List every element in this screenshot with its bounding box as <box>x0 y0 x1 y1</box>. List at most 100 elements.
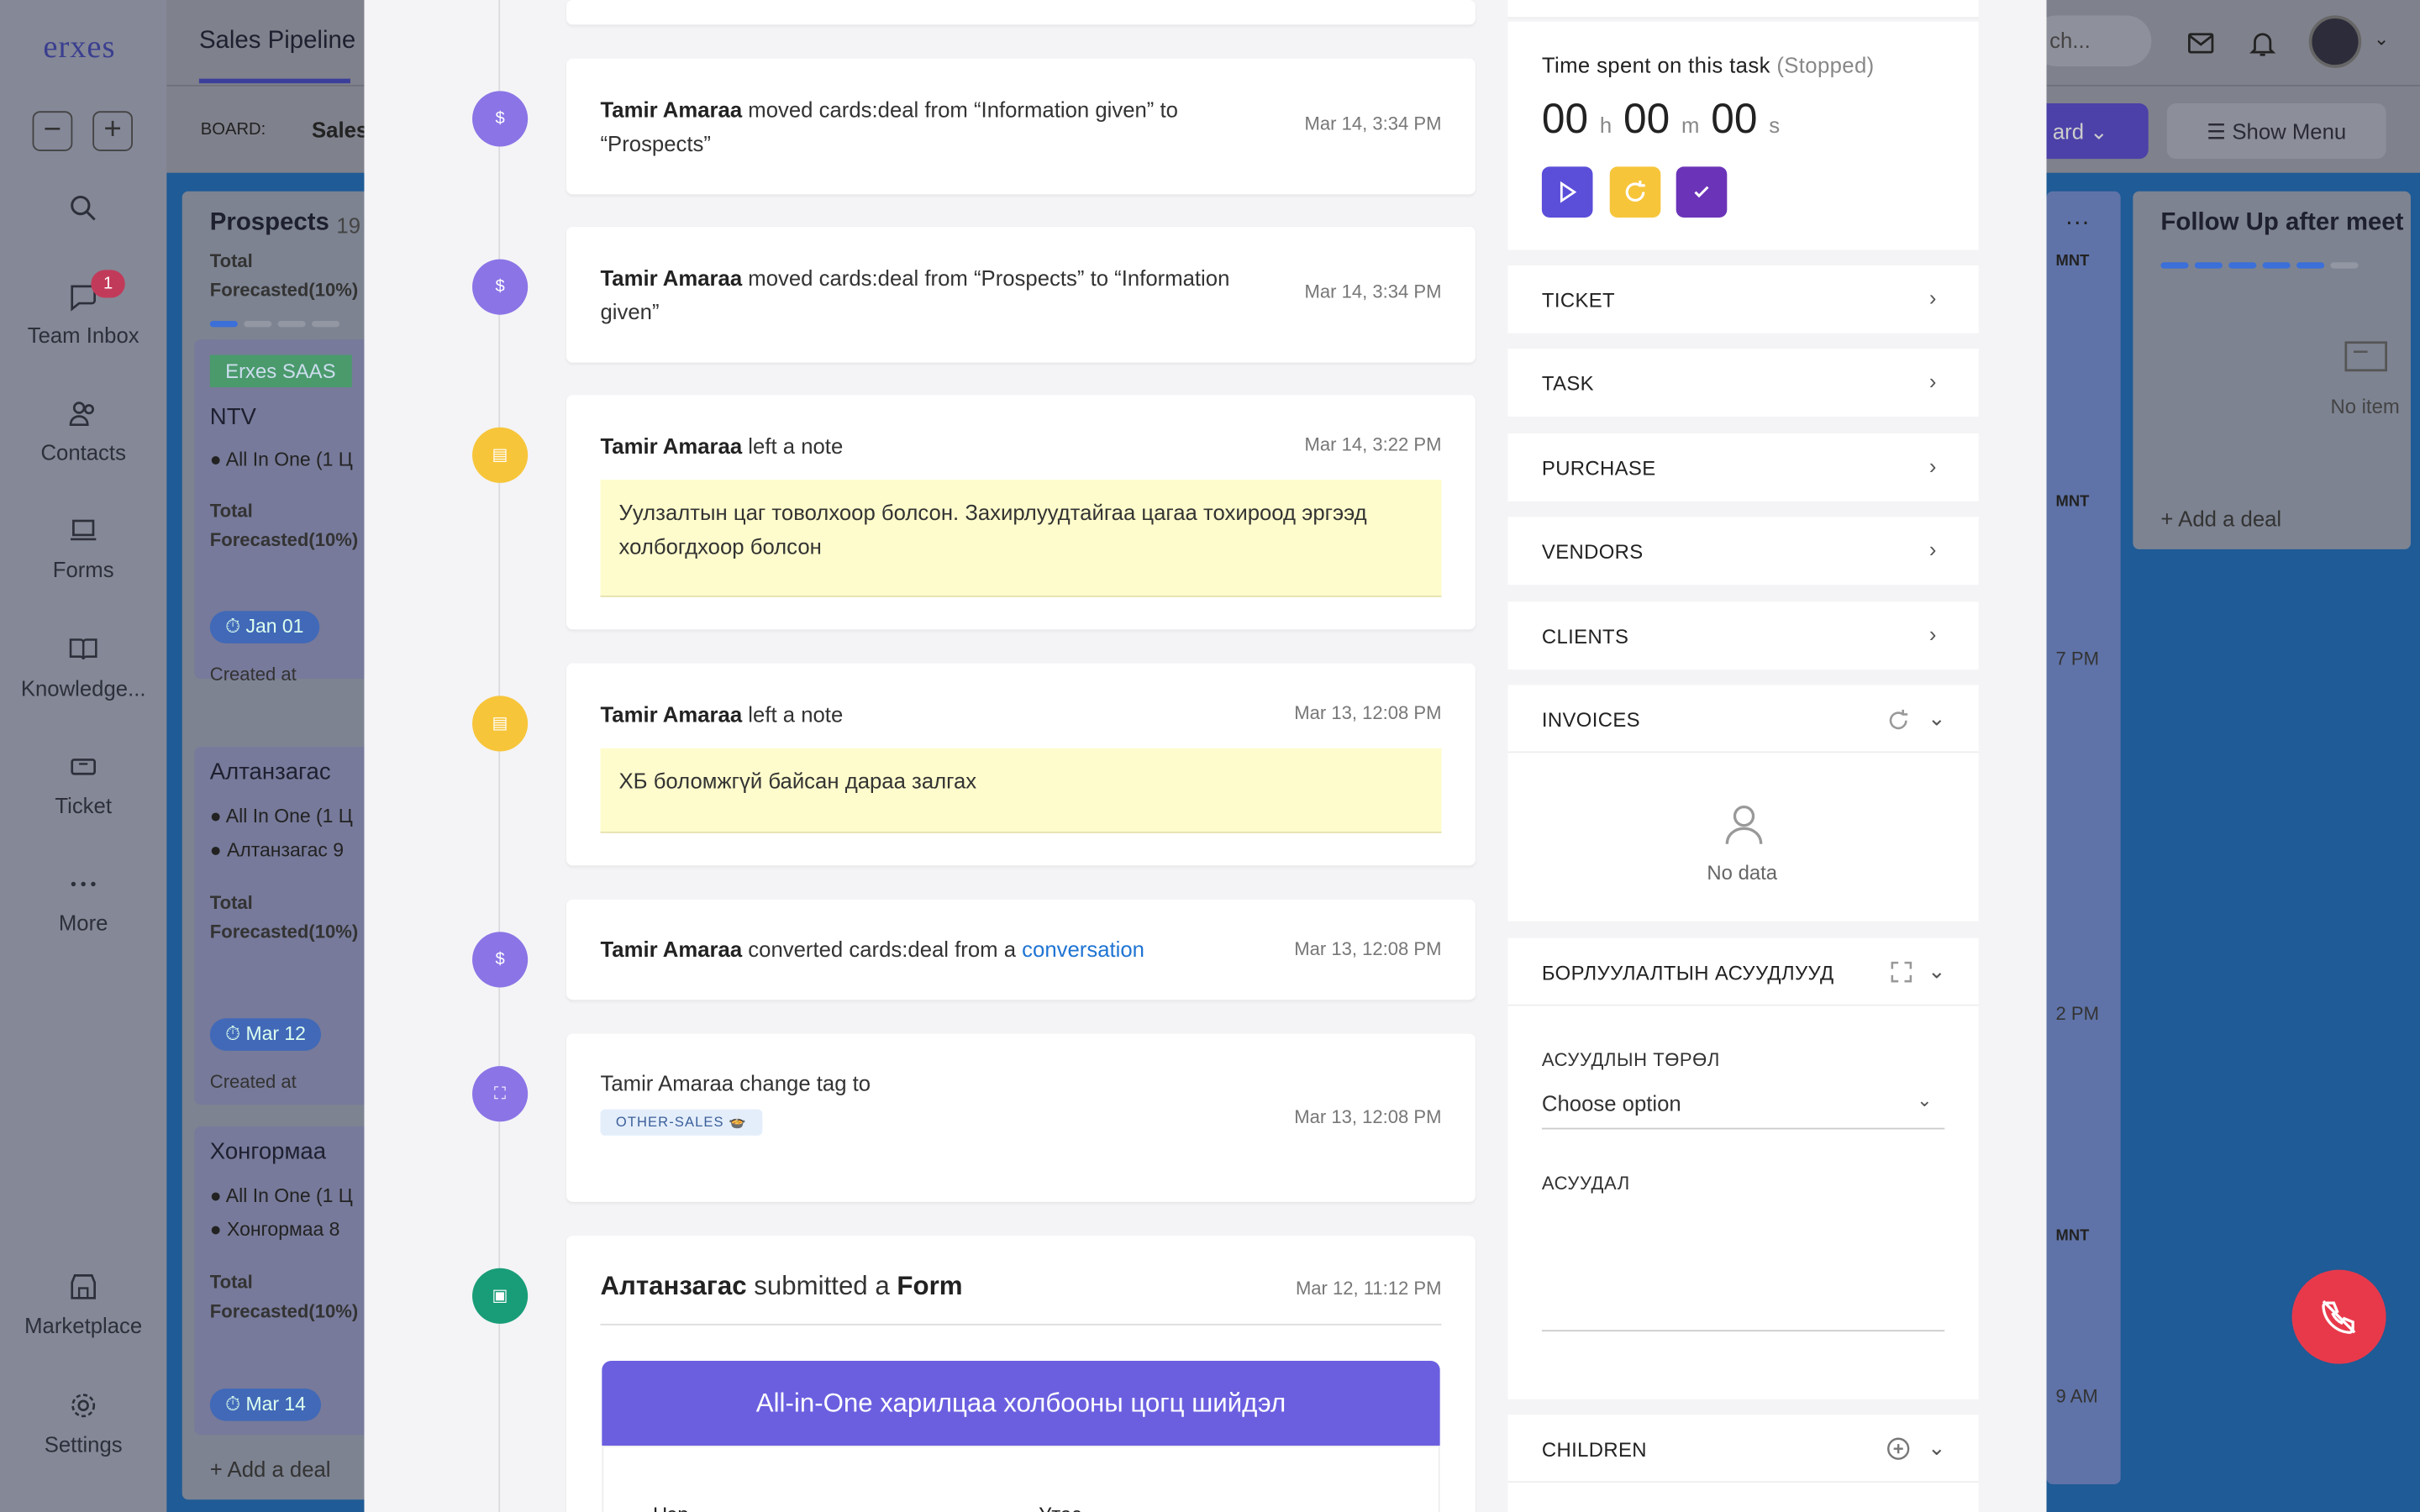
column-menu-icon[interactable]: ··· <box>2065 210 2090 238</box>
nav-label: Ticket <box>55 793 112 818</box>
tag-icon: ⛶ <box>472 1066 529 1122</box>
activity-action: converted cards:deal from a <box>748 936 1017 962</box>
reset-timer-button[interactable] <box>1609 166 1661 218</box>
column-progress-step <box>2194 262 2223 269</box>
deal-product: ● All In One (1 Ц <box>209 805 353 827</box>
deal-name: NTV <box>209 404 256 431</box>
section-clients[interactable]: CLIENTS › <box>1507 601 1979 670</box>
add-circle-icon[interactable] <box>1886 1436 1910 1461</box>
search-nav-button[interactable] <box>0 192 166 234</box>
page-title[interactable]: Sales Pipeline <box>199 28 355 55</box>
section-task[interactable]: TASK › <box>1507 349 1979 417</box>
activity-time: Mar 14, 3:34 PM <box>1304 281 1442 302</box>
section-vendors[interactable]: VENDORS › <box>1507 517 1979 585</box>
due-date: Mar 14 <box>245 1393 306 1415</box>
field-label: АСУУДАЛ <box>1541 1172 1630 1194</box>
nav-more[interactable]: More <box>0 867 166 935</box>
nav-team-inbox[interactable]: 1 Team Inbox <box>0 270 166 347</box>
due-date: Mar 12 <box>245 1022 306 1045</box>
deal-product: ● All In One (1 Ц <box>209 1184 353 1207</box>
deal-forecast: Total Forecasted(10%) <box>209 500 359 551</box>
section-purchase[interactable]: PURCHASE › <box>1507 433 1979 501</box>
conversation-link[interactable]: conversation <box>1022 937 1144 961</box>
book-icon <box>69 638 97 660</box>
add-deal-label: Add a deal <box>227 1456 331 1482</box>
form-icon: ▣ <box>472 1268 529 1324</box>
refresh-icon[interactable] <box>1886 708 1910 732</box>
activity-actor: Tamir Amaraa <box>600 1070 734 1096</box>
timer-title: Time spent on this task <box>1541 52 1770 77</box>
timer-state: (Stopped) <box>1776 52 1875 77</box>
dollar-icon: $ <box>472 932 529 988</box>
nav-ticket[interactable]: Ticket <box>0 750 166 818</box>
time-tracker: Time spent on this task (Stopped) 00 h 0… <box>1507 21 1979 250</box>
board-selector[interactable]: Sales <box>312 118 368 142</box>
check-icon <box>1694 186 1709 198</box>
section-children: CHILDREN ⌄ <box>1507 1415 1979 1512</box>
show-menu-label: Show Menu <box>2232 118 2347 144</box>
mail-icon[interactable] <box>2186 28 2217 59</box>
chevron-down-icon[interactable]: ⌄ <box>1928 1435 1946 1461</box>
timer-seconds-unit: s <box>1769 113 1781 138</box>
chevron-down-icon[interactable]: ⌄ <box>2374 28 2389 50</box>
timeline-entry: Tamir Amaraa moved cards:deal from “Info… <box>566 58 1476 195</box>
active-tab-underline <box>198 78 350 84</box>
question-textarea[interactable] <box>1541 1208 1945 1332</box>
chevron-right-icon: › <box>1928 285 1937 311</box>
created-at: Created at <box>209 663 297 685</box>
activity-text: Tamir Amaraa change tag to <box>600 1066 871 1100</box>
created-at: Created at <box>209 1070 297 1093</box>
deal-card[interactable]: Хонгормаа ● All In One (1 Ц ● Хонгормаа … <box>194 1126 380 1436</box>
column-title: Prospects <box>209 209 329 237</box>
activity-time: Mar 12, 11:12 PM <box>1295 1277 1442 1299</box>
chevron-down-icon[interactable]: ⌄ <box>1928 705 1946 731</box>
user-icon <box>1725 805 1763 844</box>
nav-forms[interactable]: Forms <box>0 514 166 581</box>
zoom-in-button[interactable]: + <box>92 111 133 151</box>
timer-minutes-unit: m <box>1681 113 1700 138</box>
nav-label: Settings <box>44 1431 123 1457</box>
select-value: Choose option <box>1541 1090 1681 1116</box>
question-type-select[interactable]: Choose option ⌄ <box>1541 1086 1945 1130</box>
zoom-out-button[interactable]: − <box>32 111 73 151</box>
expand-icon[interactable] <box>1891 961 1912 983</box>
laptop-icon <box>71 519 97 541</box>
company-label: Хонгормаа 8 <box>227 1219 340 1241</box>
contacts-icon <box>69 402 94 427</box>
timeline-entry: Алтанзагас submitted a Form Mar 12, 11:1… <box>566 1236 1476 1512</box>
column-title: Follow Up after meet <box>2160 209 2404 237</box>
call-fab-button[interactable] <box>2291 1269 2386 1364</box>
nav-contacts[interactable]: Contacts <box>0 396 166 465</box>
activity-time: Mar 13, 12:08 PM <box>1294 1105 1442 1128</box>
activity-action: change tag to <box>739 1070 871 1096</box>
complete-timer-button[interactable] <box>1676 166 1728 218</box>
form-link[interactable]: Form <box>897 1271 962 1300</box>
search-input[interactable]: ch... <box>2031 15 2152 66</box>
chevron-down-icon[interactable]: ⌄ <box>1928 958 1946 984</box>
nav-marketplace[interactable]: Marketplace <box>0 1270 166 1337</box>
show-menu-button[interactable]: ☰ Show Menu <box>2166 103 2386 160</box>
activity-actor: Tamir Amaraa <box>600 433 743 459</box>
section-title: CLIENTS <box>1541 624 1629 648</box>
user-avatar[interactable] <box>2308 15 2362 68</box>
deal-name: Хонгормаа <box>209 1138 327 1165</box>
section-sales-questions: БОРЛУУЛАЛТЫН АСУУДЛУУД ⌄ АСУУДЛЫН ТӨРӨЛ … <box>1507 937 1979 1399</box>
section-title: VENDORS <box>1541 539 1644 564</box>
add-deal-button[interactable]: + Add a deal <box>210 1457 331 1481</box>
nav-knowledgebase[interactable]: Knowledge... <box>0 633 166 701</box>
activity-actor: Tamir Amaraa <box>600 265 743 291</box>
deal-card[interactable]: Алтанзагас ● All In One (1 Ц ● Алтанзага… <box>194 746 380 1105</box>
column-progress-step <box>277 321 306 328</box>
bell-icon[interactable] <box>2247 28 2278 59</box>
timer-hours: 00 <box>1541 95 1589 142</box>
start-timer-button[interactable] <box>1541 166 1593 218</box>
add-deal-button[interactable]: + Add a deal <box>2160 506 2281 530</box>
deal-card[interactable]: Erxes SAAS NTV ● All In One (1 Ц Total F… <box>194 339 380 685</box>
column-progress-step <box>244 321 272 328</box>
section-ticket[interactable]: TICKET › <box>1507 265 1979 333</box>
column-progress-step <box>312 321 340 328</box>
due-date-badge: ⏱ Jan 01 <box>209 611 319 643</box>
nav-settings[interactable]: Settings <box>0 1389 166 1457</box>
timeline-entry: Tamir Amaraa change tag to OTHER-SALES 🍲… <box>566 1033 1476 1202</box>
empty-state-label: No item <box>2330 395 2400 418</box>
